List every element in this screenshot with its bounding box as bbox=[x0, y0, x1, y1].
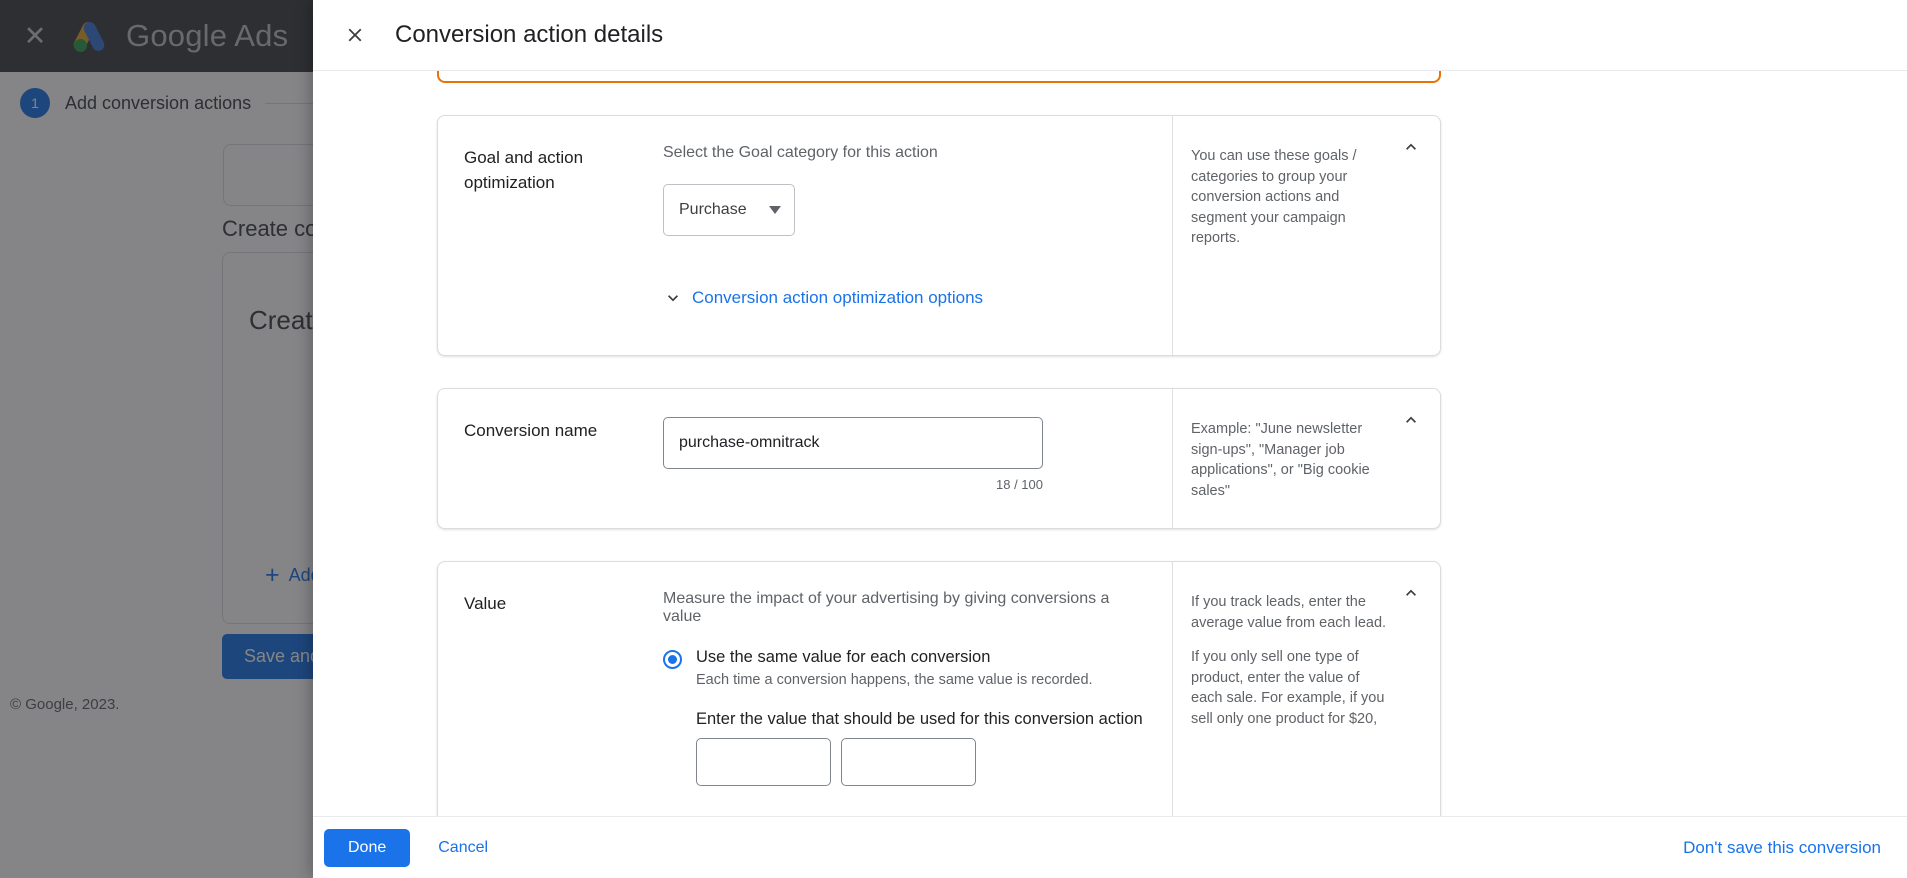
value-option-description: Each time a conversion happens, the same… bbox=[696, 672, 1093, 688]
section-value-help: If you track leads, enter the average va… bbox=[1172, 562, 1440, 816]
close-icon[interactable] bbox=[333, 13, 377, 57]
section-name-title: Conversion name bbox=[464, 421, 598, 440]
value-same-value-option[interactable]: Use the same value for each conversion E… bbox=[663, 648, 1152, 688]
value-entry-fields bbox=[696, 738, 1152, 786]
conversion-name-char-counter: 18 / 100 bbox=[996, 477, 1043, 492]
section-goal-title: Goal and action optimization bbox=[464, 148, 584, 192]
optimization-options-label: Conversion action optimization options bbox=[692, 288, 984, 307]
previous-section-card-partial bbox=[437, 71, 1441, 83]
conversion-action-optimization-options-link[interactable]: Conversion action optimization options bbox=[663, 288, 1152, 308]
section-goal-and-action-optimization: Goal and action optimization Select the … bbox=[437, 115, 1441, 356]
section-value-body: Measure the impact of your advertising b… bbox=[663, 562, 1172, 816]
goal-category-select[interactable]: Purchase bbox=[663, 184, 795, 236]
section-conversion-name: Conversion name purchase-omnitrack 18 / … bbox=[437, 388, 1441, 529]
value-currency-select[interactable] bbox=[841, 738, 976, 786]
chevron-up-icon[interactable] bbox=[1398, 134, 1424, 160]
conversion-name-input[interactable]: purchase-omnitrack bbox=[663, 417, 1043, 469]
dialog-footer: Done Cancel Don't save this conversion bbox=[313, 816, 1907, 878]
radio-selected-icon bbox=[663, 650, 682, 669]
conversion-action-details-dialog: Conversion action details Goal and actio… bbox=[313, 0, 1907, 878]
value-amount-input[interactable] bbox=[696, 738, 831, 786]
chevron-up-icon[interactable] bbox=[1398, 407, 1424, 433]
value-option-label: Use the same value for each conversion bbox=[696, 648, 991, 666]
value-hint: Measure the impact of your advertising b… bbox=[663, 590, 1110, 625]
section-goal-help: You can use these goals / categories to … bbox=[1172, 116, 1440, 355]
goal-category-hint: Select the Goal category for this action bbox=[663, 144, 938, 161]
dialog-title: Conversion action details bbox=[395, 21, 664, 48]
value-help-text-1: If you track leads, enter the average va… bbox=[1191, 594, 1387, 631]
chevron-down-icon bbox=[663, 288, 683, 308]
goal-category-selected-value: Purchase bbox=[679, 201, 747, 218]
section-value: Value Measure the impact of your adverti… bbox=[437, 561, 1441, 816]
section-name-body: purchase-omnitrack 18 / 100 bbox=[663, 389, 1172, 528]
chevron-up-icon[interactable] bbox=[1398, 580, 1424, 606]
dialog-header: Conversion action details bbox=[313, 0, 1907, 70]
section-name-help: Example: "June newsletter sign-ups", "Ma… bbox=[1172, 389, 1440, 528]
chevron-down-icon bbox=[769, 206, 781, 214]
goal-help-text: You can use these goals / categories to … bbox=[1191, 148, 1357, 247]
value-help-text-2: If you only sell one type of product, en… bbox=[1191, 649, 1385, 727]
name-help-text: Example: "June newsletter sign-ups", "Ma… bbox=[1191, 421, 1370, 499]
dialog-scroll-area[interactable]: Goal and action optimization Select the … bbox=[313, 70, 1907, 816]
cancel-button[interactable]: Cancel bbox=[432, 838, 494, 858]
done-button[interactable]: Done bbox=[324, 828, 411, 867]
section-value-title: Value bbox=[464, 594, 507, 613]
dont-save-this-conversion-button[interactable]: Don't save this conversion bbox=[1677, 837, 1887, 859]
value-entry-prompt: Enter the value that should be used for … bbox=[696, 710, 1143, 728]
section-goal-body: Select the Goal category for this action… bbox=[663, 116, 1172, 355]
